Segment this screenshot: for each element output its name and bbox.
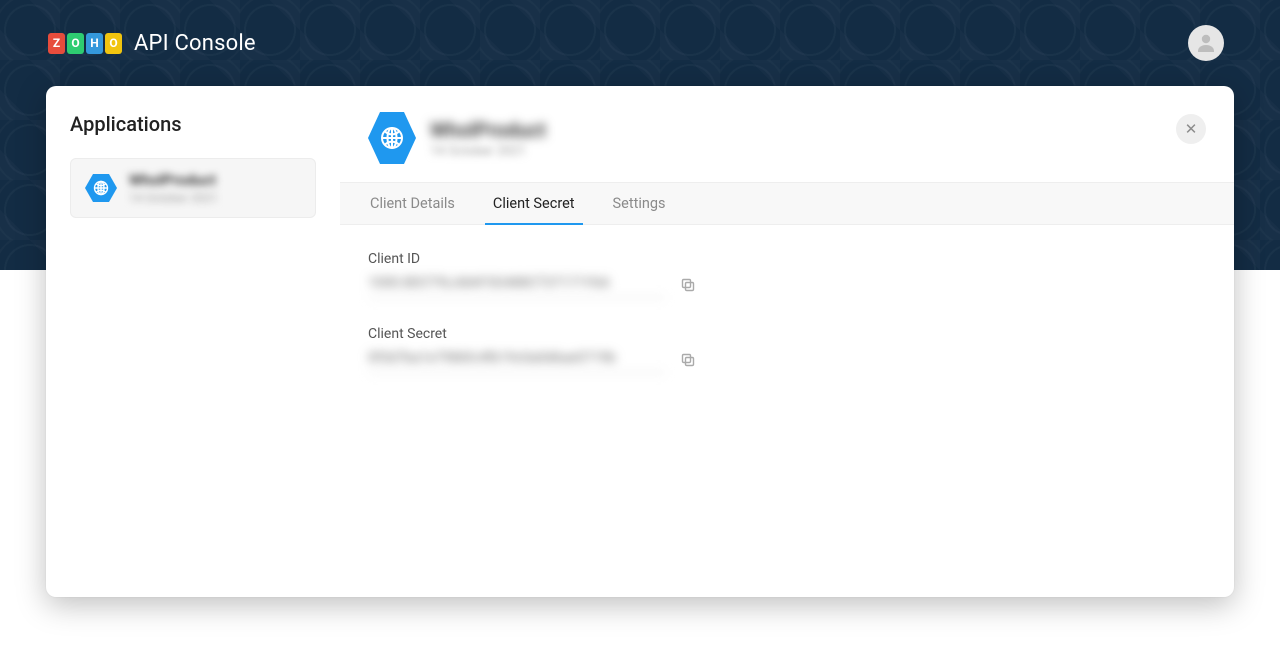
main-head: WholProduct 14 October 2021 <box>340 86 1234 182</box>
app-item-subtitle: 14 October 2021 <box>129 191 218 205</box>
tab-client-secret[interactable]: Client Secret <box>491 183 577 224</box>
main-app-icon <box>368 112 416 164</box>
client-id-copy-button[interactable] <box>680 277 698 295</box>
topbar: Z O H O API Console <box>0 0 1280 86</box>
brand-tiles: Z O H O <box>48 33 122 54</box>
brand-title: API Console <box>134 31 256 56</box>
globe-hex-icon <box>368 112 416 164</box>
app-item-icon <box>85 174 117 202</box>
tab-client-details[interactable]: Client Details <box>368 183 457 224</box>
avatar-icon <box>1194 31 1218 55</box>
brand-tile-o2: O <box>105 33 122 54</box>
brand-tile-z: Z <box>48 33 65 54</box>
sidebar: Applications WholProduct 14 October 2021 <box>46 86 340 597</box>
client-id-label: Client ID <box>368 251 698 267</box>
brand-tile-o1: O <box>67 33 84 54</box>
tab-settings[interactable]: Settings <box>611 183 668 224</box>
tabs: Client Details Client Secret Settings <box>340 182 1234 225</box>
brand: Z O H O API Console <box>48 31 256 56</box>
app-item[interactable]: WholProduct 14 October 2021 <box>70 158 316 218</box>
main-subtitle: 14 October 2021 <box>430 144 546 159</box>
brand-tile-h: H <box>86 33 103 54</box>
sidebar-heading: Applications <box>70 112 316 136</box>
client-secret-field: Client Secret 0f3d7ba1e7986fc4fb19c0a0d6… <box>368 326 698 373</box>
main: ✕ WholProduct 14 October 2021 Client D <box>340 86 1234 597</box>
client-id-field: Client ID 1000.8DCT9LA8AF3G488CT37171Y6A <box>368 251 698 298</box>
app-item-name: WholProduct <box>129 171 218 189</box>
copy-icon <box>680 352 696 368</box>
client-id-value: 1000.8DCT9LA8AF3G488CT37171Y6A <box>368 273 666 298</box>
copy-icon <box>680 277 696 293</box>
card: Applications WholProduct 14 October 2021 <box>46 86 1234 597</box>
close-button[interactable]: ✕ <box>1176 114 1206 144</box>
client-secret-copy-button[interactable] <box>680 352 698 370</box>
main-title: WholProduct <box>430 118 546 142</box>
close-icon: ✕ <box>1185 122 1198 137</box>
globe-hex-icon <box>85 174 117 202</box>
client-secret-label: Client Secret <box>368 326 698 342</box>
client-secret-value: 0f3d7ba1e7986fc4fb19c0a0d6ae0719b <box>368 348 666 373</box>
panel-client-secret: Client ID 1000.8DCT9LA8AF3G488CT37171Y6A… <box>340 225 1234 427</box>
avatar[interactable] <box>1188 25 1224 61</box>
